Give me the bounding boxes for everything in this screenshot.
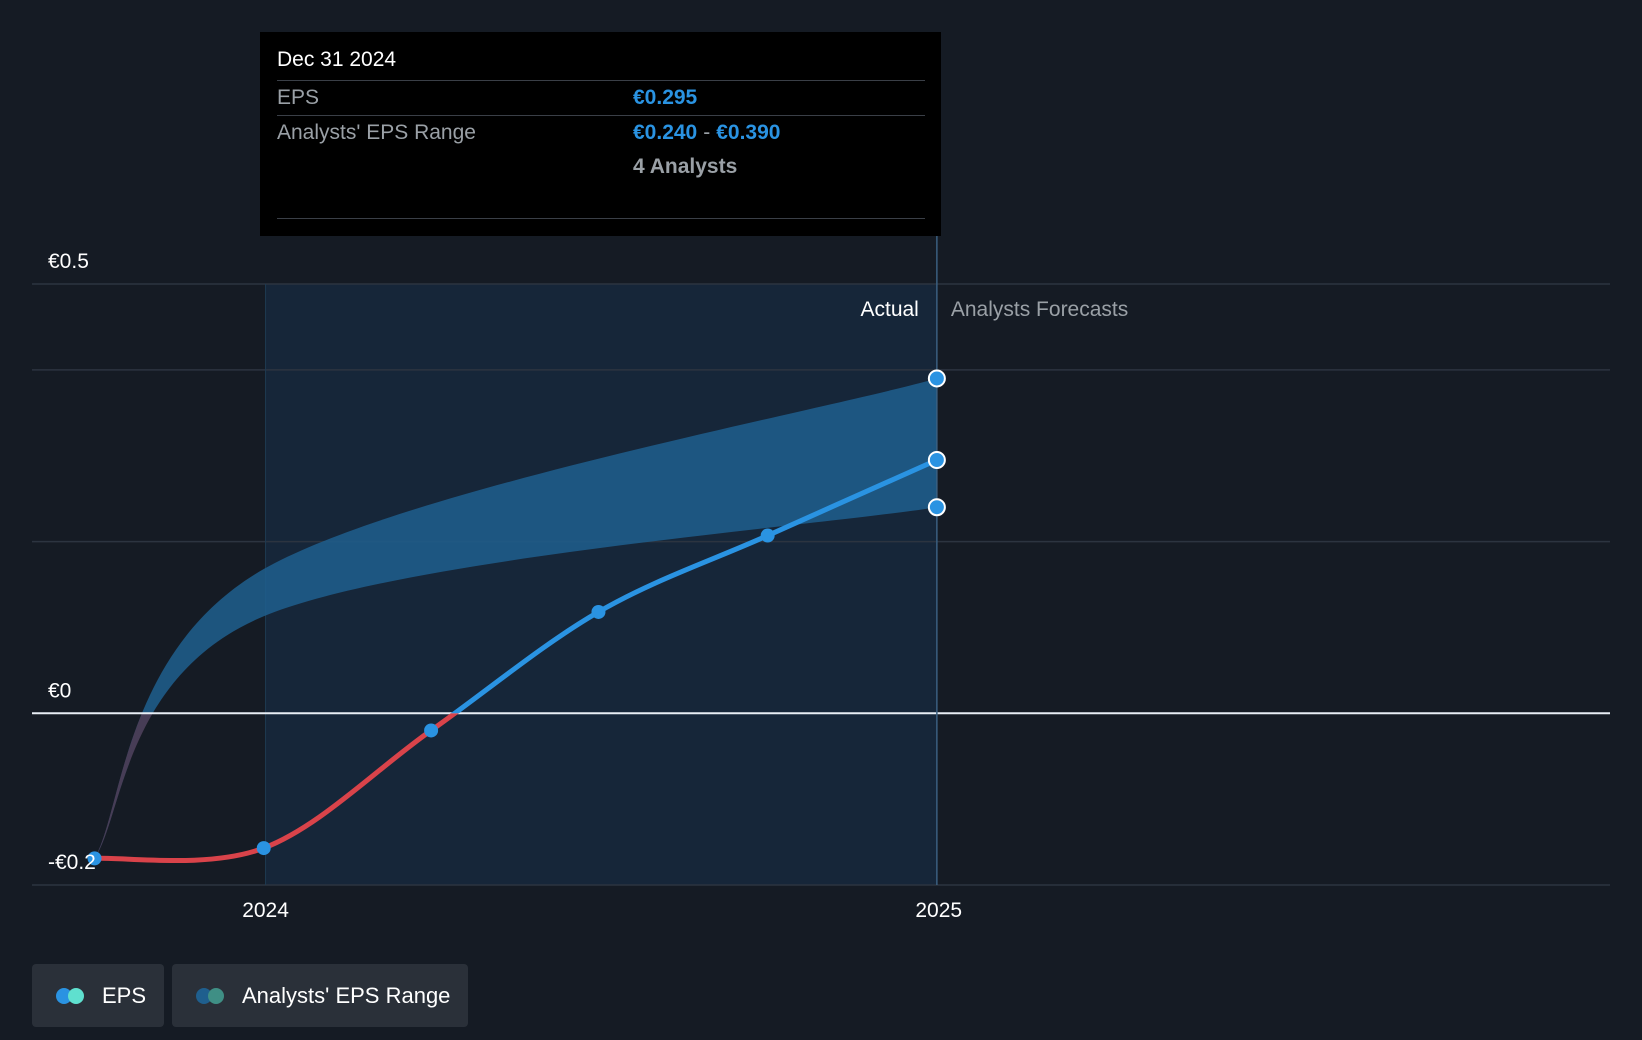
eps-point[interactable] — [927, 451, 946, 470]
legend-range-label: Analysts' EPS Range — [242, 982, 451, 1008]
x-tick-label: 2025 — [915, 899, 962, 922]
tooltip-eps-value: €0.295 — [633, 86, 698, 109]
eps-point[interactable] — [591, 604, 606, 619]
y-tick-label: -€0.2 — [48, 851, 96, 874]
tooltip-range-low: €0.240 — [633, 121, 698, 144]
eps-point[interactable] — [424, 723, 439, 738]
eps-point[interactable] — [760, 528, 775, 543]
tooltip-range-high: €0.390 — [716, 121, 781, 144]
tooltip: Dec 31 2024 EPS €0.295 Analysts' EPS Ran… — [260, 32, 941, 236]
tooltip-analysts-count: 4 Analysts — [633, 155, 738, 178]
eps-point[interactable] — [256, 841, 271, 856]
tooltip-range-label: Analysts' EPS Range — [277, 121, 476, 144]
legend-eps-swatch-icon — [56, 987, 90, 1004]
legend-eps-label: EPS — [102, 982, 147, 1008]
tooltip-eps-label: EPS — [277, 86, 320, 109]
tooltip-eps-row: EPS €0.295 — [277, 81, 925, 116]
legend-eps-button[interactable]: EPS — [32, 964, 164, 1027]
actual-section-label: Actual — [860, 298, 918, 321]
forecast-section-label: Analysts Forecasts — [951, 298, 1128, 321]
y-tick-label: €0.5 — [48, 250, 89, 273]
tooltip-range-separator: - — [703, 121, 711, 144]
legend-range-button[interactable]: Analysts' EPS Range — [172, 964, 468, 1027]
x-tick-label: 2024 — [242, 899, 289, 922]
tooltip-divider — [277, 218, 925, 219]
tooltip-range-row: Analysts' EPS Range €0.240 - €0.390 — [277, 116, 925, 150]
range-high-point[interactable] — [927, 369, 946, 388]
legend-range-swatch-icon — [196, 987, 230, 1004]
range-low-point[interactable] — [927, 498, 946, 517]
tooltip-date: Dec 31 2024 — [277, 46, 925, 81]
y-tick-label: €0 — [48, 679, 71, 702]
